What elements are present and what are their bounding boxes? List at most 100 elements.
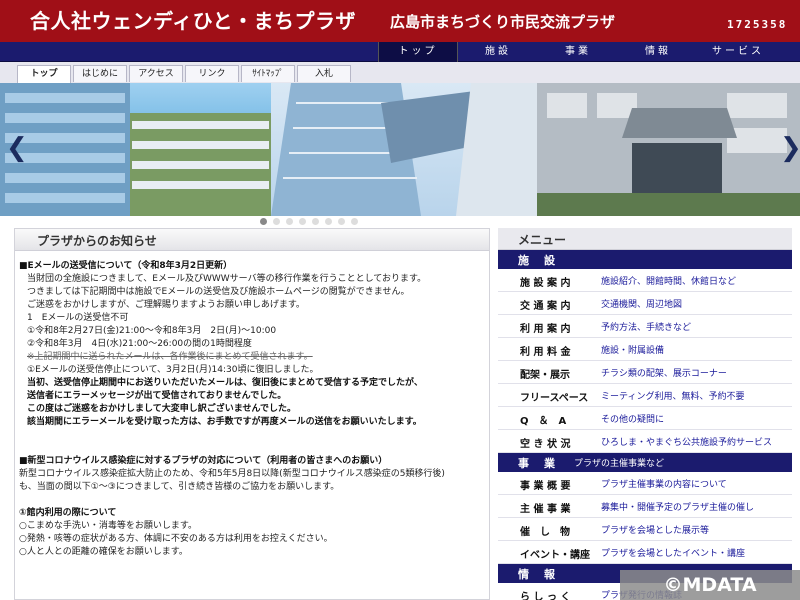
tab-sitemap[interactable]: ｻｲﾄﾏｯﾌﾟ bbox=[241, 65, 295, 82]
nav-programs[interactable]: 事業 bbox=[538, 42, 618, 62]
menu-item-key: 配架・展示 bbox=[520, 370, 570, 381]
carousel-prev-icon[interactable]: ❮ bbox=[6, 133, 28, 163]
visitor-counter: 1725358 bbox=[727, 18, 788, 31]
site-title[interactable]: 合人社ウェンディひと・まちプラザ bbox=[30, 5, 356, 34]
menu-item-link[interactable]: 施設・附属設備 bbox=[601, 343, 664, 356]
carousel-dots bbox=[0, 216, 800, 226]
carousel-dot[interactable] bbox=[273, 218, 280, 225]
notice-line-struck: ※上記期間中に送られたメールは、各作業後にまとめて受信されます。 bbox=[27, 352, 313, 362]
menu-item-key: ら し っ く bbox=[520, 592, 571, 600]
notice-line: も、当面の間以下①～③につきまして、引き続き皆様のご協力をお願いします。 bbox=[19, 482, 340, 492]
nav-info[interactable]: 情報 bbox=[618, 42, 698, 62]
menu-item-transport[interactable]: 交 通 案 内 交通機関、周辺地図 bbox=[498, 292, 792, 315]
menu-item-usage-guide[interactable]: 利 用 案 内 予約方法、手続きなど bbox=[498, 315, 792, 338]
side-menu: メニュー 施 設 施 設 案 内 施設紹介、開館時間、休館日など 交 通 案 内… bbox=[498, 228, 792, 600]
menu-item-availability[interactable]: 空 き 状 況 ひろしま・やまぐち公共施設予約サービス bbox=[498, 430, 792, 453]
carousel-dot[interactable] bbox=[312, 218, 319, 225]
menu-item-key: イベント・講座 bbox=[520, 550, 590, 561]
notice-subheading: ①館内利用の際について bbox=[19, 508, 117, 518]
menu-item-link[interactable]: その他の疑問に bbox=[601, 412, 664, 425]
menu-item-program-overview[interactable]: 事 業 概 要 プラザ主催事業の内容について bbox=[498, 472, 792, 495]
site-subtitle: 広島市まちづくり市民交流プラザ bbox=[390, 13, 616, 31]
carousel-dot[interactable] bbox=[260, 218, 267, 225]
menu-item-events[interactable]: 催 し 物 プラザを会場とした展示等 bbox=[498, 518, 792, 541]
notice-line: ②令和8年3月 4日(水)21:00～26:00の間の1時間程度 bbox=[27, 339, 252, 349]
carousel-dot[interactable] bbox=[299, 218, 306, 225]
menu-item-faq[interactable]: Q ＆ A その他の疑問に bbox=[498, 407, 792, 430]
menu-header: メニュー bbox=[498, 228, 792, 250]
menu-section-label: 情 報 bbox=[518, 568, 557, 581]
notice-line-bold: この度はご迷惑をおかけしまして大変申し訳ございませんでした。 bbox=[27, 404, 297, 414]
menu-item-link[interactable]: 施設紹介、開館時間、休館日など bbox=[601, 274, 736, 287]
carousel-dot[interactable] bbox=[286, 218, 293, 225]
notice-line: ①Eメールの送受信停止について、3月2日(月)14:30頃に復旧しました。 bbox=[27, 365, 319, 375]
tab-intro[interactable]: はじめに bbox=[73, 65, 127, 82]
menu-item-key: 交 通 案 内 bbox=[520, 301, 571, 312]
notice-line-bold: 該当期間にエラーメールを受け取った方は、お手数ですが再度メールの送信をお願いいた… bbox=[27, 417, 422, 427]
menu-item-link[interactable]: プラザを会場としたイベント・講座 bbox=[601, 546, 745, 559]
notice-line-bold: 当初、送受信停止期間中にお送りいただいたメールは、復旧後にまとめて受信する予定で… bbox=[27, 378, 423, 388]
menu-section-desc: プラザの主催事業など bbox=[574, 459, 665, 469]
notice-line: 1 Eメールの送受信不可 bbox=[27, 313, 129, 323]
menu-section-facilities[interactable]: 施 設 bbox=[498, 250, 792, 269]
carousel-next-icon[interactable]: ❯ bbox=[780, 133, 800, 163]
menu-item-link[interactable]: プラザ主催事業の内容について bbox=[601, 477, 727, 490]
menu-item-key: 空 き 状 況 bbox=[520, 439, 571, 450]
menu-item-key: 利 用 案 内 bbox=[520, 324, 571, 335]
menu-section-label: 事 業 bbox=[518, 457, 557, 470]
menu-item-link[interactable]: プラザを会場とした展示等 bbox=[601, 523, 709, 536]
tab-access[interactable]: アクセス bbox=[129, 65, 183, 82]
menu-section-programs[interactable]: 事 業 プラザの主催事業など bbox=[498, 453, 792, 472]
main-nav: トップ 施設 事業 情報 サービス bbox=[0, 42, 800, 62]
notice-line: ○人と人との距離の確保をお願いします。 bbox=[19, 547, 188, 557]
tab-links[interactable]: リンク bbox=[185, 65, 239, 82]
notice-heading-email: ■Eメールの送受信について（令和8年3月2日更新） bbox=[19, 261, 233, 271]
banner-image-building-glass bbox=[0, 83, 271, 216]
menu-item-link[interactable]: 予約方法、手続きなど bbox=[601, 320, 691, 333]
menu-item-link[interactable]: 募集中・開催予定のプラザ主催の催し bbox=[601, 500, 754, 513]
carousel-dot[interactable] bbox=[325, 218, 332, 225]
menu-item-key: 利 用 料 金 bbox=[520, 347, 571, 358]
banner-image-sky-bridge bbox=[271, 83, 537, 216]
tab-top[interactable]: トップ bbox=[17, 65, 71, 83]
menu-heading: メニュー bbox=[518, 233, 567, 247]
nav-services[interactable]: サービス bbox=[698, 42, 778, 62]
menu-item-hosted-programs[interactable]: 主 催 事 業 募集中・開催予定のプラザ主催の催し bbox=[498, 495, 792, 518]
notices-header: プラザからのお知らせ bbox=[15, 229, 489, 251]
notice-line: ○発熱・咳等の症状がある方、体調に不安のある方は利用をお控えください。 bbox=[19, 534, 333, 544]
menu-item-link[interactable]: 交通機関、周辺地図 bbox=[601, 297, 682, 310]
banner-carousel: ❮ ❯ bbox=[0, 83, 800, 216]
menu-item-free-space[interactable]: フリースペース ミーティング利用、無料、予約不要 bbox=[498, 384, 792, 407]
sub-tabs: トップ はじめに アクセス リンク ｻｲﾄﾏｯﾌﾟ 入札 bbox=[0, 62, 800, 83]
notice-line: ご迷惑をおかけしますが、ご理解賜りますようお願い申しあげます。 bbox=[27, 300, 305, 310]
menu-item-display[interactable]: 配架・展示 チラシ類の配架、展示コーナー bbox=[498, 361, 792, 384]
notice-line-bold: 送信者にエラーメッセージが出て受信されておりませんでした。 bbox=[27, 391, 287, 401]
notice-line: ○こまめな手洗い・消毒等をお願いします。 bbox=[19, 521, 197, 531]
notice-line: つきましては下記期間中は施設でEメールの送受信及び施設ホームページの閲覧ができま… bbox=[27, 287, 410, 297]
menu-item-fees[interactable]: 利 用 料 金 施設・附属設備 bbox=[498, 338, 792, 361]
menu-item-key: 主 催 事 業 bbox=[520, 504, 571, 515]
carousel-dot[interactable] bbox=[351, 218, 358, 225]
notices-heading: プラザからのお知らせ bbox=[37, 234, 157, 248]
carousel-dot[interactable] bbox=[338, 218, 345, 225]
tab-bidding[interactable]: 入札 bbox=[297, 65, 351, 82]
menu-item-key: 事 業 概 要 bbox=[520, 481, 571, 492]
menu-item-facility-guide[interactable]: 施 設 案 内 施設紹介、開館時間、休館日など bbox=[498, 269, 792, 292]
site-header: 合人社ウェンディひと・まちプラザ 広島市まちづくり市民交流プラザ 1725358 bbox=[0, 0, 800, 42]
menu-item-key: フリースペース bbox=[520, 393, 589, 404]
menu-item-key: 催 し 物 bbox=[520, 527, 570, 538]
menu-section-label: 施 設 bbox=[518, 254, 557, 267]
notice-line: 新型コロナウイルス感染症拡大防止のため、令和5年5月8日以降(新型コロナウイルス… bbox=[19, 469, 445, 479]
banner-image-entrance bbox=[537, 83, 800, 216]
watermark-credit: ©MDATA bbox=[620, 570, 800, 600]
notice-heading-covid: ■新型コロナウイルス感染症に対するプラザの対応について（利用者の皆さまへのお願い… bbox=[19, 456, 388, 466]
menu-item-key: Q ＆ A bbox=[520, 416, 567, 427]
nav-facilities[interactable]: 施設 bbox=[458, 42, 538, 62]
menu-item-link[interactable]: ミーティング利用、無料、予約不要 bbox=[601, 389, 744, 402]
notice-line: ①令和8年2月27日(金)21:00～令和8年3月 2日(月)～10:00 bbox=[27, 326, 277, 336]
menu-item-link[interactable]: ひろしま・やまぐち公共施設予約サービス bbox=[601, 435, 772, 448]
notice-line: 当財団の全施設につきまして、Eメール及びWWWサーバ等の移行作業を行うこととして… bbox=[27, 274, 427, 284]
nav-top[interactable]: トップ bbox=[378, 42, 458, 62]
menu-item-link[interactable]: チラシ類の配架、展示コーナー bbox=[601, 366, 727, 379]
menu-item-courses[interactable]: イベント・講座 プラザを会場としたイベント・講座 bbox=[498, 541, 792, 564]
